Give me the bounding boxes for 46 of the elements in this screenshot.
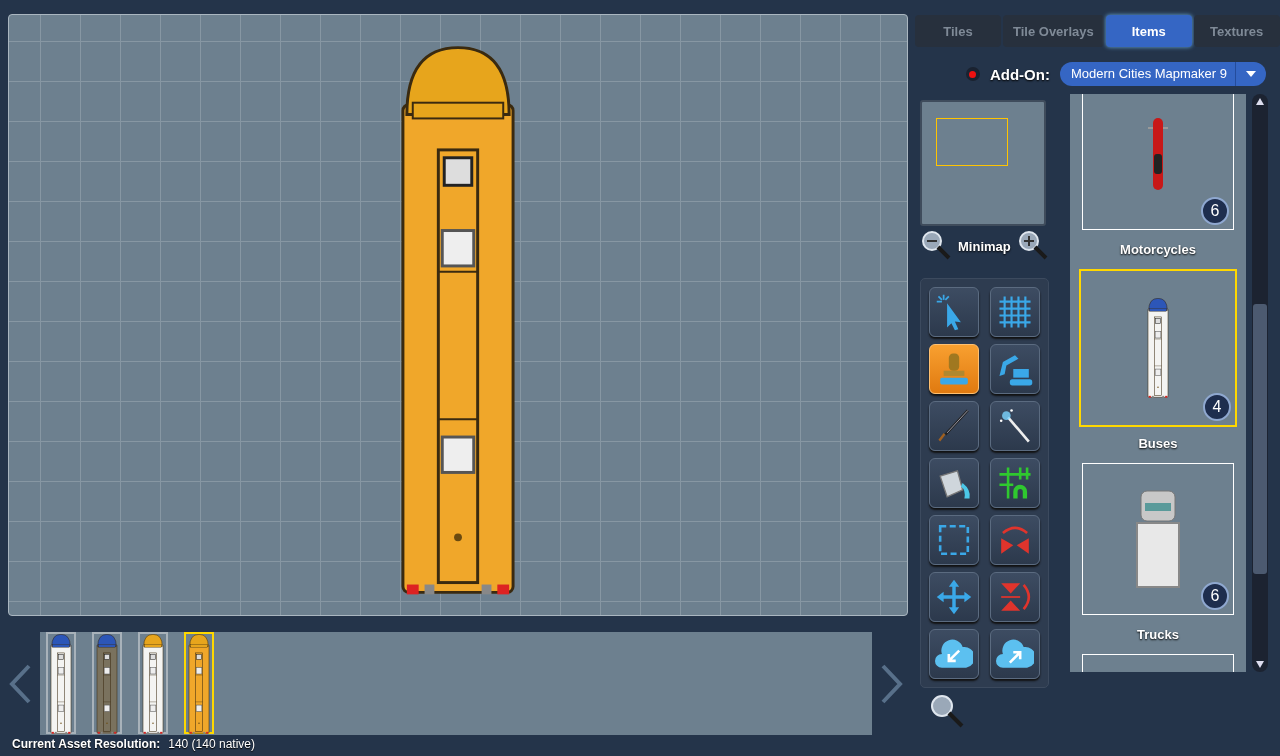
item-label: Buses xyxy=(1138,436,1178,451)
zoom-in-icon xyxy=(1017,230,1048,260)
status-value: 140 (140 native) xyxy=(168,737,255,751)
item-label: Motorcycles xyxy=(1120,242,1196,257)
status-label: Current Asset Resolution: xyxy=(12,737,161,751)
tool-button[interactable] xyxy=(990,629,1040,679)
tool-button[interactable] xyxy=(929,458,979,508)
tool-button[interactable] xyxy=(929,572,979,622)
tab[interactable]: Items xyxy=(1105,15,1192,47)
chevron-left-icon xyxy=(9,663,31,704)
item-label: Trucks xyxy=(1137,627,1179,642)
tool-button[interactable] xyxy=(990,401,1040,451)
scrollbar[interactable] xyxy=(1252,94,1268,672)
viewport-frame xyxy=(936,118,1008,166)
item-card[interactable]: 4 xyxy=(1079,269,1237,427)
zoom-in-button[interactable] xyxy=(1016,230,1049,262)
tool-button[interactable] xyxy=(990,458,1040,508)
tab[interactable]: Tiles xyxy=(915,15,1001,47)
zoom-out-icon xyxy=(921,230,951,260)
scroll-down-icon xyxy=(1256,661,1264,668)
chevron-right-icon xyxy=(881,663,903,704)
grid-icon xyxy=(996,293,1034,331)
tab[interactable]: Tile Overlays xyxy=(1003,15,1104,47)
item-card[interactable]: 6 xyxy=(1082,463,1234,615)
tool-button[interactable] xyxy=(990,344,1040,394)
item-card[interactable]: 6 xyxy=(1082,94,1234,230)
move-arrows-icon xyxy=(935,578,973,616)
tool-button[interactable] xyxy=(990,287,1040,337)
count-badge: 6 xyxy=(1201,197,1229,225)
bus-icon xyxy=(1147,298,1169,398)
count-badge: 6 xyxy=(1201,582,1229,610)
zoom-out-button[interactable] xyxy=(920,230,952,262)
scroll-up-icon xyxy=(1256,98,1264,105)
count-badge: 4 xyxy=(1203,393,1231,421)
addon-dropdown[interactable]: Modern Cities Mapmaker 9 xyxy=(1059,62,1266,86)
tool-button[interactable] xyxy=(929,515,979,565)
tool-button[interactable] xyxy=(929,629,979,679)
caret-down-icon xyxy=(1246,71,1256,77)
tab[interactable]: Textures xyxy=(1193,15,1280,47)
addon-label: Add-On: xyxy=(989,65,1050,83)
tool-button[interactable] xyxy=(929,287,979,337)
scroll-thumb[interactable] xyxy=(1253,304,1267,574)
minimap-label: Minimap xyxy=(958,238,1011,254)
grid-magnet-icon xyxy=(996,464,1034,502)
truck-icon xyxy=(1133,489,1183,589)
search-icon xyxy=(929,693,965,729)
